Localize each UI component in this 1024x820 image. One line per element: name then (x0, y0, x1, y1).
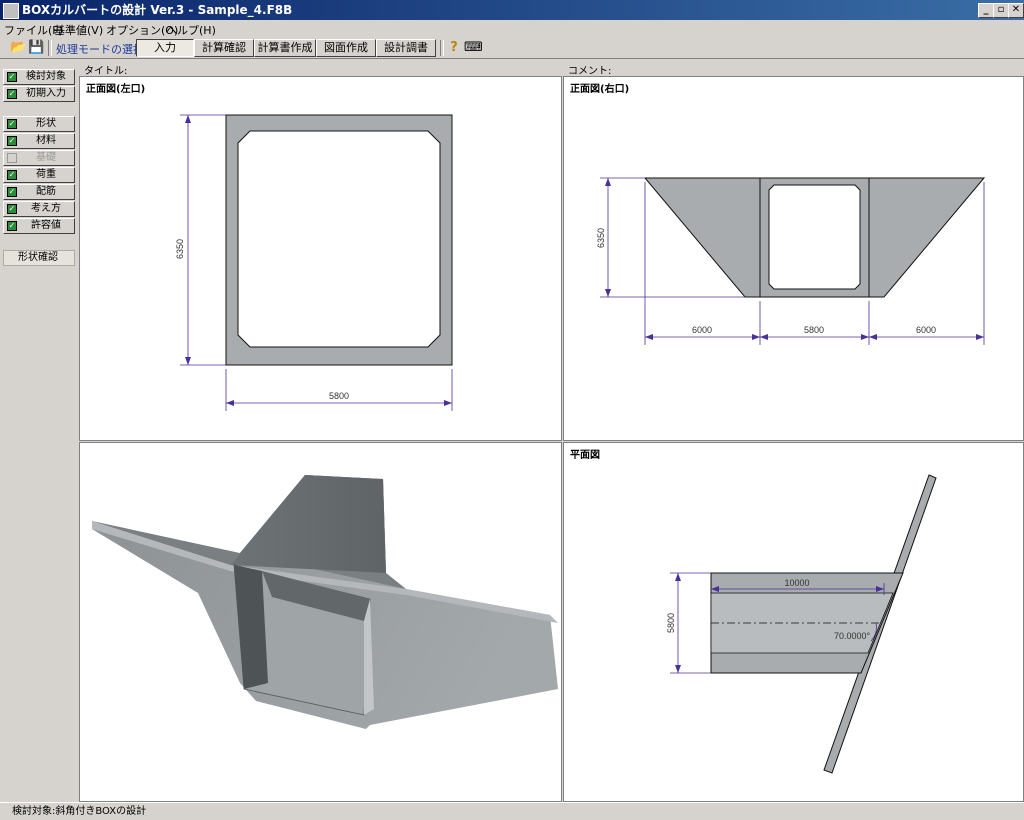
nav-item-reinforcement[interactable]: ✓ 配筋 (3, 184, 75, 200)
shape-confirm-button[interactable]: 形状確認 (3, 250, 75, 266)
left-panel: ✓ 検討対象 ✓ 初期入力 ✓ 形状 ✓ 材料 基礎 ✓ 荷重 ✓ 配筋 ✓ 考え方 ✓ 許容値… (0, 60, 76, 802)
window-title: BOXカルバートの設計 Ver.3 - Sample_4.F8B (22, 3, 293, 17)
tab-calc-check[interactable]: 計算確認 (194, 39, 254, 57)
front-view-left-drawing: 6350 5800 (175, 114, 453, 411)
width-dim-label: 5800 (329, 391, 349, 401)
keyboard-icon[interactable]: ⌨ (464, 40, 483, 56)
check-icon: ✓ (7, 72, 17, 82)
mode-select-label: 処理モードの選択 (56, 43, 144, 56)
toolbar: 📂 💾 処理モードの選択 入力 計算確認 計算書作成 図面作成 設計調書 ? ⌨ (0, 38, 1024, 59)
nav-item-material[interactable]: ✓ 材料 (3, 133, 75, 149)
3d-view-pane[interactable] (79, 442, 562, 802)
menu-bar: ファイル(F) 基準値(V) オプション(O) ヘルプ(H) (0, 20, 1024, 38)
nav-item-approach[interactable]: ✓ 考え方 (3, 201, 75, 217)
height-dim-label: 6350 (596, 228, 606, 248)
left-wing-dim-label: 6000 (692, 325, 712, 335)
menu-standards[interactable]: 基準値(V) (54, 22, 103, 38)
tab-report-create[interactable]: 計算書作成 (254, 39, 316, 57)
status-text: 検討対象:斜角付きBOXの設計 (12, 806, 147, 817)
plan-view-pane[interactable]: 平面図 5800 10000 70.0000° (563, 442, 1024, 802)
skew-angle-label: 70.0000° (834, 631, 871, 641)
front-view-right-drawing: 6350 6000 5800 6000 (596, 177, 986, 345)
toolbar-separator (440, 40, 444, 56)
3d-model-render (92, 475, 558, 729)
title-field-label: タイトル: (84, 66, 128, 77)
right-wing-dim-label: 6000 (916, 325, 936, 335)
nav-item-initial-input[interactable]: ✓ 初期入力 (3, 86, 75, 102)
length-dim-label: 10000 (784, 578, 809, 588)
minimize-button[interactable]: _ (978, 3, 994, 18)
check-icon: ✓ (7, 187, 17, 197)
nav-item-allowable[interactable]: ✓ 許容値 (3, 218, 75, 234)
close-button[interactable]: ✕ (1008, 3, 1024, 18)
check-icon: ✓ (7, 119, 17, 129)
plan-view-drawing: 5800 10000 70.0000° (666, 474, 937, 774)
toolbar-separator (48, 40, 52, 56)
nav-item-shape[interactable]: ✓ 形状 (3, 116, 75, 132)
tab-design-record[interactable]: 設計調書 (376, 39, 436, 57)
restore-button[interactable]: ▫ (993, 3, 1009, 18)
folder-open-icon[interactable]: 📂 (10, 40, 26, 56)
tab-drawing-create[interactable]: 図面作成 (316, 39, 376, 57)
height-dim-label: 6350 (175, 239, 185, 259)
nav-item-foundation: 基礎 (3, 150, 75, 166)
front-view-left-pane[interactable]: 正面図(左口) 6350 5800 (79, 76, 562, 441)
box-width-dim-label: 5800 (804, 325, 824, 335)
save-icon[interactable]: 💾 (28, 40, 44, 56)
check-icon: ✓ (7, 170, 17, 180)
title-bar: BOXカルバートの設計 Ver.3 - Sample_4.F8B _ ▫ ✕ (0, 0, 1024, 20)
check-icon: ✓ (7, 89, 17, 99)
app-icon (3, 3, 19, 19)
nav-item-load[interactable]: ✓ 荷重 (3, 167, 75, 183)
check-icon: ✓ (7, 136, 17, 146)
menu-help[interactable]: ヘルプ(H) (166, 22, 216, 38)
status-bar: 検討対象:斜角付きBOXの設計 (0, 802, 1024, 820)
width-dim-label: 5800 (666, 613, 676, 633)
check-icon: ✓ (7, 221, 17, 231)
check-icon: ✓ (7, 204, 17, 214)
nav-item-target[interactable]: ✓ 検討対象 (3, 69, 75, 85)
unchecked-icon (7, 153, 17, 163)
front-view-right-pane[interactable]: 正面図(右口) 6350 6000 5800 6000 (563, 76, 1024, 441)
tab-input[interactable]: 入力 (136, 39, 194, 57)
comment-field-label: コメント: (568, 66, 612, 77)
help-icon[interactable]: ? (446, 40, 462, 56)
